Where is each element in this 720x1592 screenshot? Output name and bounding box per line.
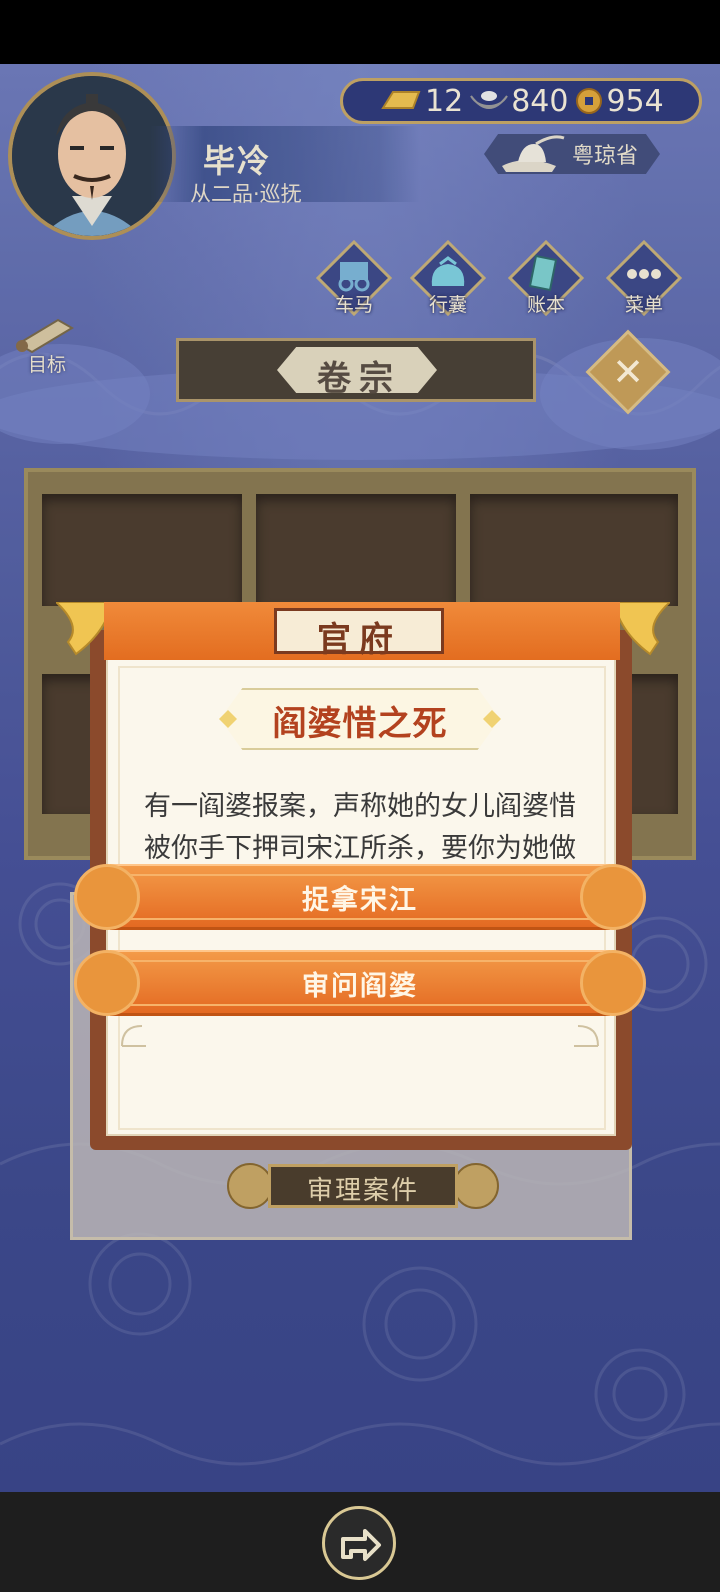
status-bar — [0, 0, 720, 64]
case-title: 阎婆惜之死 — [272, 704, 448, 744]
choice-label: 审问阎婆 — [302, 971, 418, 1002]
choice-button-interrogate[interactable]: 审问阎婆 — [74, 950, 646, 1016]
game-screen: 毕冷 从二品·巡抚 12 840 954 粤琼省 车马 行囊 账本 菜单 目标 … — [0, 64, 720, 1492]
corner-ornament-icon — [121, 1025, 146, 1047]
corner-ornament-icon — [574, 1025, 599, 1047]
share-icon — [341, 1529, 381, 1561]
choice-button-arrest[interactable]: 捉拿宋江 — [74, 864, 646, 930]
modal-header: 官府 — [56, 602, 670, 660]
bottom-bar — [0, 1492, 720, 1592]
modal-header-title: 官府 — [317, 620, 401, 660]
share-button[interactable] — [322, 1506, 396, 1580]
choice-label: 捉拿宋江 — [302, 885, 418, 916]
